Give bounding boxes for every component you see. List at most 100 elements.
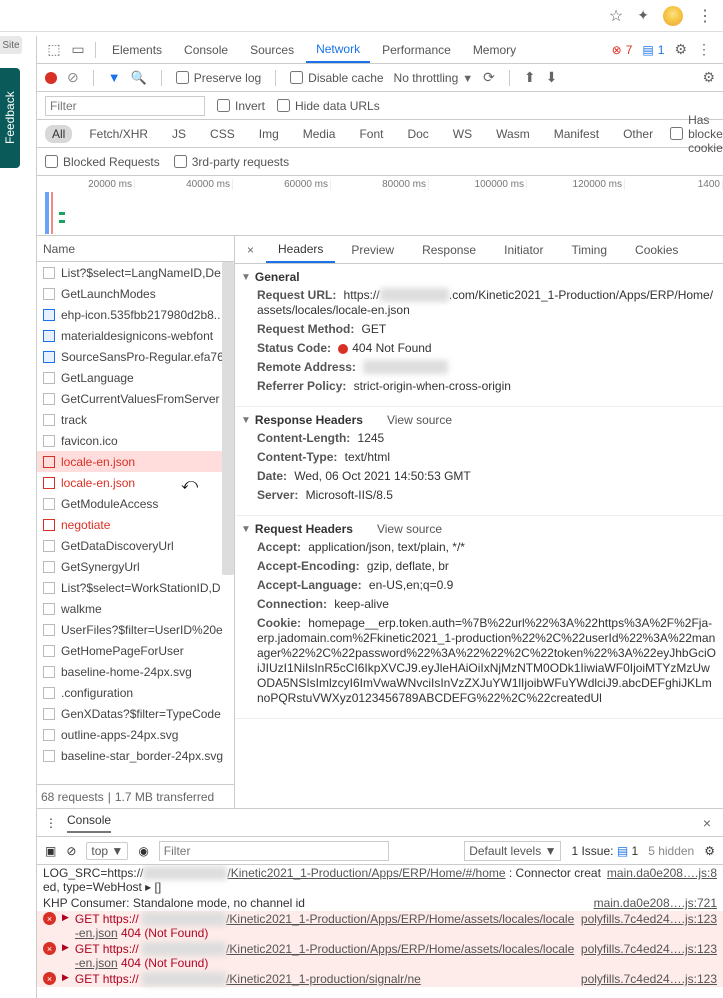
- request-row[interactable]: GetLaunchModes: [37, 283, 234, 304]
- source-link[interactable]: polyfills.7c4ed24….js:123: [581, 942, 717, 970]
- filter-css[interactable]: CSS: [203, 125, 242, 143]
- scrollbar[interactable]: [222, 262, 234, 575]
- console-settings-icon[interactable]: ⚙: [704, 844, 715, 858]
- request-row[interactable]: locale-en.json: [37, 451, 234, 472]
- blocked-requests-checkbox[interactable]: Blocked Requests: [45, 155, 160, 169]
- request-row[interactable]: baseline-home-24px.svg: [37, 661, 234, 682]
- drawer-close-icon[interactable]: ×: [703, 815, 715, 831]
- request-row[interactable]: GenXDatas?$filter=TypeCode: [37, 703, 234, 724]
- extensions-icon[interactable]: ✦: [637, 7, 649, 24]
- request-row[interactable]: outline-apps-24px.svg: [37, 724, 234, 745]
- request-row[interactable]: materialdesignicons-webfont: [37, 325, 234, 346]
- settings-icon[interactable]: ⚙: [674, 41, 687, 58]
- request-row[interactable]: GetSynergyUrl: [37, 556, 234, 577]
- messages-badge[interactable]: ▤ 1: [642, 43, 664, 57]
- source-link[interactable]: main.da0e208….js:8: [607, 866, 717, 894]
- close-icon[interactable]: ×: [239, 243, 262, 257]
- console-filter-input[interactable]: [159, 841, 389, 861]
- tab-response[interactable]: Response: [410, 236, 488, 263]
- inspect-icon[interactable]: ⬚: [43, 41, 65, 58]
- invert-checkbox[interactable]: Invert: [217, 99, 265, 113]
- tab-cookies[interactable]: Cookies: [623, 236, 690, 263]
- filter-xhr[interactable]: Fetch/XHR: [82, 125, 155, 143]
- request-row[interactable]: .configuration: [37, 682, 234, 703]
- request-row[interactable]: locale-en.json: [37, 472, 234, 493]
- filter-img[interactable]: Img: [252, 125, 286, 143]
- tab-performance[interactable]: Performance: [372, 36, 461, 63]
- tab-initiator[interactable]: Initiator: [492, 236, 555, 263]
- context-select[interactable]: top ▼: [86, 842, 128, 860]
- request-row[interactable]: track: [37, 409, 234, 430]
- console-tab[interactable]: Console: [67, 813, 111, 833]
- view-source-link[interactable]: View source: [387, 413, 452, 427]
- preserve-log-checkbox[interactable]: Preserve log: [176, 71, 261, 85]
- source-link[interactable]: polyfills.7c4ed24….js:123: [581, 972, 717, 986]
- export-icon[interactable]: ⬇: [546, 69, 558, 86]
- network-settings-icon[interactable]: ⚙: [702, 69, 715, 86]
- avatar[interactable]: [663, 6, 683, 26]
- request-row[interactable]: GetModuleAccess: [37, 493, 234, 514]
- tab-memory[interactable]: Memory: [463, 36, 526, 63]
- filter-all[interactable]: All: [45, 125, 72, 143]
- disable-cache-checkbox[interactable]: Disable cache: [290, 71, 383, 85]
- filter-ws[interactable]: WS: [446, 125, 479, 143]
- view-source-link[interactable]: View source: [377, 522, 442, 536]
- tab-console[interactable]: Console: [174, 36, 238, 63]
- errors-badge[interactable]: ⊗ 7: [612, 43, 633, 57]
- source-link[interactable]: polyfills.7c4ed24….js:123: [581, 912, 717, 940]
- filter-media[interactable]: Media: [296, 125, 343, 143]
- filter-manifest[interactable]: Manifest: [547, 125, 606, 143]
- request-name: negotiate: [61, 518, 110, 532]
- request-row[interactable]: GetDataDiscoveryUrl: [37, 535, 234, 556]
- filter-wasm[interactable]: Wasm: [489, 125, 537, 143]
- bookmark-icon[interactable]: ☆: [609, 6, 623, 26]
- search-icon[interactable]: 🔍: [131, 70, 147, 86]
- tab-preview[interactable]: Preview: [339, 236, 406, 263]
- timeline[interactable]: 20000 ms 40000 ms 60000 ms 80000 ms 1000…: [37, 176, 723, 236]
- request-row[interactable]: baseline-star_border-24px.svg: [37, 745, 234, 766]
- issues-badge[interactable]: 1 Issue: ▤ 1: [571, 844, 638, 858]
- clear-icon[interactable]: ⊘: [67, 69, 79, 86]
- tab-headers[interactable]: Headers: [266, 236, 335, 263]
- request-name: baseline-star_border-24px.svg: [61, 749, 223, 763]
- filter-other[interactable]: Other: [616, 125, 660, 143]
- hide-data-urls-checkbox[interactable]: Hide data URLs: [277, 99, 380, 113]
- request-row[interactable]: negotiate: [37, 514, 234, 535]
- tab-elements[interactable]: Elements: [102, 36, 172, 63]
- site-tab[interactable]: Site: [0, 36, 22, 54]
- log-level-select[interactable]: Default levels ▼: [464, 841, 561, 861]
- name-column-header[interactable]: Name: [37, 236, 234, 262]
- tab-timing[interactable]: Timing: [559, 236, 619, 263]
- third-party-checkbox[interactable]: 3rd-party requests: [174, 155, 289, 169]
- device-icon[interactable]: ▭: [67, 41, 89, 58]
- sidebar-toggle-icon[interactable]: ▣: [45, 844, 56, 858]
- throttling-select[interactable]: No throttling▼: [394, 71, 474, 85]
- tab-network[interactable]: Network: [306, 36, 370, 63]
- request-row[interactable]: GetLanguage: [37, 367, 234, 388]
- filter-font[interactable]: Font: [352, 125, 390, 143]
- clear-console-icon[interactable]: ⊘: [66, 844, 76, 858]
- request-row[interactable]: GetCurrentValuesFromServer: [37, 388, 234, 409]
- request-row[interactable]: SourceSansPro-Regular.efa76: [37, 346, 234, 367]
- filter-input[interactable]: [45, 96, 205, 116]
- drawer-menu-icon[interactable]: ⋮: [45, 816, 57, 830]
- filter-js[interactable]: JS: [165, 125, 193, 143]
- request-row[interactable]: walkme: [37, 598, 234, 619]
- request-row[interactable]: ehp-icon.535fbb217980d2b8..: [37, 304, 234, 325]
- request-row[interactable]: GetHomePageForUser: [37, 640, 234, 661]
- tab-sources[interactable]: Sources: [240, 36, 304, 63]
- menu-icon[interactable]: ⋮: [697, 6, 713, 26]
- request-row[interactable]: List?$select=LangNameID,De: [37, 262, 234, 283]
- record-button[interactable]: [45, 72, 57, 84]
- live-expression-icon[interactable]: ◉: [138, 844, 148, 858]
- network-conditions-icon[interactable]: ⟳: [483, 69, 495, 86]
- source-link[interactable]: main.da0e208….js:721: [594, 896, 717, 910]
- request-row[interactable]: UserFiles?$filter=UserID%20e: [37, 619, 234, 640]
- more-icon[interactable]: ⋮: [697, 41, 711, 58]
- filter-doc[interactable]: Doc: [400, 125, 435, 143]
- request-row[interactable]: List?$select=WorkStationID,D: [37, 577, 234, 598]
- filter-icon[interactable]: ▼: [108, 70, 121, 85]
- import-icon[interactable]: ⬆: [524, 69, 536, 86]
- request-row[interactable]: favicon.ico: [37, 430, 234, 451]
- feedback-tab[interactable]: Feedback: [0, 68, 20, 168]
